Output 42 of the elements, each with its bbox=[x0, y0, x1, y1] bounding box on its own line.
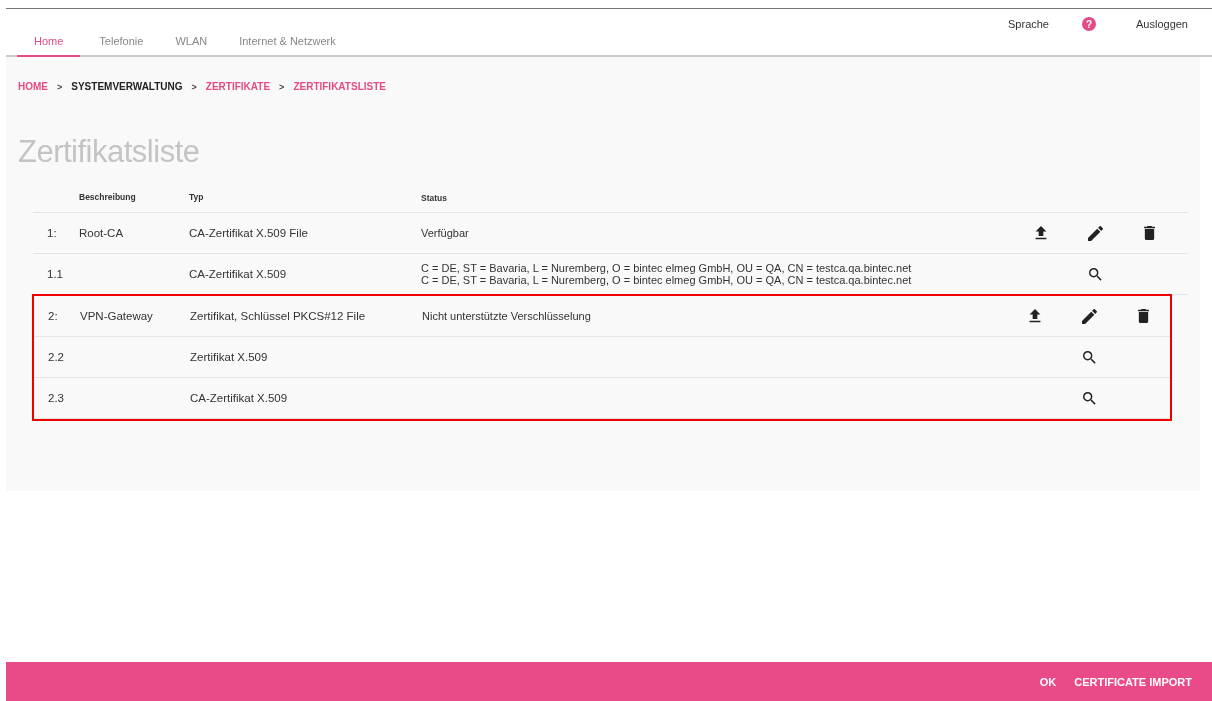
table-cell-text: Zertifikat, Schlüssel PKCS#12 File bbox=[190, 310, 367, 322]
search-icon[interactable] bbox=[1082, 391, 1096, 405]
table-cell: Root-CA bbox=[79, 227, 124, 239]
column-header: Typ bbox=[189, 192, 205, 202]
trash-icon[interactable] bbox=[1143, 226, 1155, 240]
footer-button[interactable]: OK bbox=[1039, 675, 1057, 688]
upload-icon[interactable] bbox=[1029, 309, 1041, 323]
column-header: Status bbox=[421, 192, 448, 204]
breadcrumb-link[interactable]: HOME bbox=[18, 81, 48, 92]
nav-tab[interactable]: Telefonie bbox=[86, 35, 157, 57]
table-cell: Verfügbar bbox=[421, 227, 469, 239]
pencil-icon[interactable] bbox=[1087, 225, 1103, 241]
table-cell-text: 2.2 bbox=[47, 351, 65, 363]
table-cell: Nicht unterstützte Verschlüsselung bbox=[422, 310, 591, 322]
breadcrumb-separator: > bbox=[191, 81, 197, 92]
breadcrumb-separator: > bbox=[57, 81, 63, 92]
trash-icon[interactable] bbox=[1137, 309, 1149, 323]
column-header: Beschreibung bbox=[79, 192, 137, 202]
header-link[interactable]: Ausloggen bbox=[1136, 15, 1188, 33]
breadcrumb-link[interactable]: ZERTIFIKATSLISTE bbox=[293, 81, 386, 92]
table-cell-text: 1.1 bbox=[46, 268, 64, 280]
search-icon[interactable] bbox=[1082, 350, 1096, 364]
header-link[interactable]: Sprache bbox=[1008, 15, 1049, 33]
table-cell-text: 1: bbox=[46, 227, 58, 239]
table-cell-text: 2: bbox=[47, 310, 59, 322]
table-cell-text: CA-Zertifikat X.509 File bbox=[189, 227, 309, 239]
nav-tab[interactable]: Internet & Netzwerk bbox=[226, 35, 349, 57]
search-icon[interactable] bbox=[1088, 267, 1102, 281]
breadcrumb-link[interactable]: ZERTIFIKATE bbox=[205, 81, 271, 92]
help-icon[interactable]: ? bbox=[1082, 17, 1096, 31]
table-cell-text: 2.3 bbox=[47, 392, 65, 404]
pencil-icon[interactable] bbox=[1081, 308, 1097, 324]
table-cell-text: CA-Zertifikat X.509 bbox=[190, 392, 289, 404]
table-cell-text: Zertifikat X.509 bbox=[190, 351, 269, 363]
breadcrumb-separator: > bbox=[279, 81, 285, 92]
upload-icon[interactable] bbox=[1035, 226, 1047, 240]
table-cell: C = DE, ST = Bavaria, L = Nuremberg, O = bintec elmeg GmbH, OU = QA, CN = testca.qa.bintec.net C = DE, ST = Bavaria, L = Nuremberg, O = bintec elmeg GmbH, OU = QA, CN = testca.qa.bintec.net bbox=[421, 262, 912, 286]
footer-button[interactable]: CERTIFICATE IMPORT bbox=[1074, 675, 1192, 688]
table-cell-text: CA-Zertifikat X.509 bbox=[189, 268, 288, 280]
table-cell: VPN-Gateway bbox=[80, 310, 153, 322]
nav-tab[interactable]: WLAN bbox=[162, 35, 221, 57]
breadcrumb-current: SYSTEMVERWALTUNG bbox=[71, 81, 183, 92]
